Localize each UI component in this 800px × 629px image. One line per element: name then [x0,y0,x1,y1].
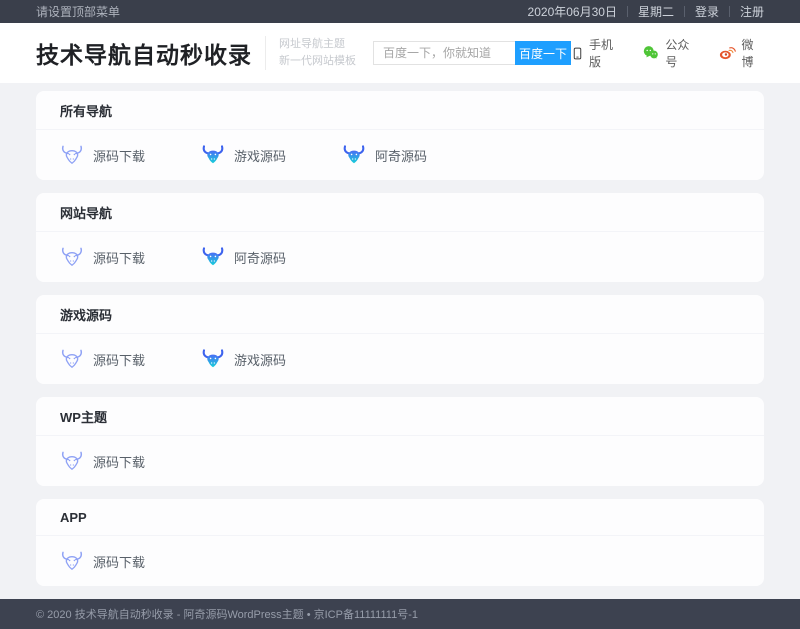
nav-item-label: 源码下载 [93,452,145,471]
nav-item[interactable]: 阿奇源码 [201,245,342,269]
bull-outline-icon [60,549,84,573]
topbar: 请设置顶部菜单 2020年06月30日 星期二 登录 注册 [0,0,800,23]
nav-item[interactable]: 游戏源码 [201,347,342,371]
copyright-text: © 2020 技术导航自动秒收录 - 阿奇源码WordPress主题 • 京IC… [36,606,418,622]
nav-item-label: 游戏源码 [234,146,286,165]
nav-item[interactable]: 源码下载 [60,143,201,167]
nav-item[interactable]: 游戏源码 [201,143,342,167]
bull-outline-icon [60,347,84,371]
search-bar: 百度一下 [373,41,571,65]
section-items: 源码下载 游戏源码 阿奇源码 [36,130,764,180]
topbar-separator [627,6,628,17]
weibo-link[interactable]: 微博 [718,36,764,70]
nav-item[interactable]: 源码下载 [60,549,201,573]
bull-outline-icon [60,449,84,473]
section-title: 网站导航 [60,206,112,221]
wechat-official-link[interactable]: 公众号 [642,36,699,70]
nav-item-label: 源码下载 [93,350,145,369]
weibo-icon [718,44,736,62]
quick-link-label: 微博 [741,36,764,70]
nav-item[interactable]: 源码下载 [60,347,201,371]
bull-gradient-icon [201,347,225,371]
topbar-date: 2020年06月30日 [528,3,617,20]
section-title: 游戏源码 [60,308,112,323]
site-footer: © 2020 技术导航自动秒收录 - 阿奇源码WordPress主题 • 京IC… [0,599,800,629]
nav-item-label: 阿奇源码 [375,146,427,165]
sections: 所有导航 源码下载 游戏源码 阿奇源码 网站导航 源码下载 阿奇源码 游戏源码 … [36,91,764,586]
section-items: 源码下载 阿奇源码 [36,232,764,282]
section-title-row: APP [36,499,764,536]
bull-gradient-icon [201,245,225,269]
nav-section-card: 所有导航 源码下载 游戏源码 阿奇源码 [36,91,764,180]
wechat-icon [642,44,660,62]
nav-item[interactable]: 阿奇源码 [342,143,483,167]
quick-link-label: 手机版 [589,36,623,70]
header-quick-links: 手机版 公众号 [571,36,764,70]
tagline-line-2: 新一代网站模板 [279,53,356,70]
mobile-icon [571,44,584,63]
search-input[interactable] [373,41,515,65]
nav-item-label: 游戏源码 [234,350,286,369]
section-title-row: 游戏源码 [36,295,764,334]
section-title: WP主题 [60,410,107,425]
section-items: 源码下载 [36,536,764,586]
site-header: 技术导航自动秒收录 网址导航主题 新一代网站模板 百度一下 手机版 [0,23,800,83]
section-title-row: 所有导航 [36,91,764,130]
site-tagline: 网址导航主题 新一代网站模板 [265,36,356,70]
login-link[interactable]: 登录 [695,3,719,20]
section-title-row: 网站导航 [36,193,764,232]
mobile-version-link[interactable]: 手机版 [571,36,623,70]
site-title[interactable]: 技术导航自动秒收录 [36,36,252,70]
quick-link-label: 公众号 [665,36,699,70]
nav-item[interactable]: 源码下载 [60,245,201,269]
topbar-menu-hint: 请设置顶部菜单 [36,3,120,20]
section-title: APP [60,510,87,525]
nav-section-card: 游戏源码 源码下载 游戏源码 [36,295,764,384]
bull-gradient-icon [201,143,225,167]
tagline-line-1: 网址导航主题 [279,36,356,53]
section-title: 所有导航 [60,104,112,119]
search-button[interactable]: 百度一下 [515,41,571,65]
section-items: 源码下载 [36,436,764,486]
topbar-separator [729,6,730,17]
nav-item-label: 源码下载 [93,248,145,267]
nav-section-card: APP 源码下载 [36,499,764,586]
section-items: 源码下载 游戏源码 [36,334,764,384]
main-content: 所有导航 源码下载 游戏源码 阿奇源码 网站导航 源码下载 阿奇源码 游戏源码 … [0,83,800,586]
bull-outline-icon [60,245,84,269]
nav-section-card: 网站导航 源码下载 阿奇源码 [36,193,764,282]
register-link[interactable]: 注册 [740,3,764,20]
topbar-separator [684,6,685,17]
nav-item-label: 源码下载 [93,552,145,571]
bull-gradient-icon [342,143,366,167]
nav-section-card: WP主题 源码下载 [36,397,764,486]
topbar-weekday: 星期二 [638,3,674,20]
nav-item-label: 阿奇源码 [234,248,286,267]
section-title-row: WP主题 [36,397,764,436]
bull-outline-icon [60,143,84,167]
nav-item[interactable]: 源码下载 [60,449,201,473]
nav-item-label: 源码下载 [93,146,145,165]
